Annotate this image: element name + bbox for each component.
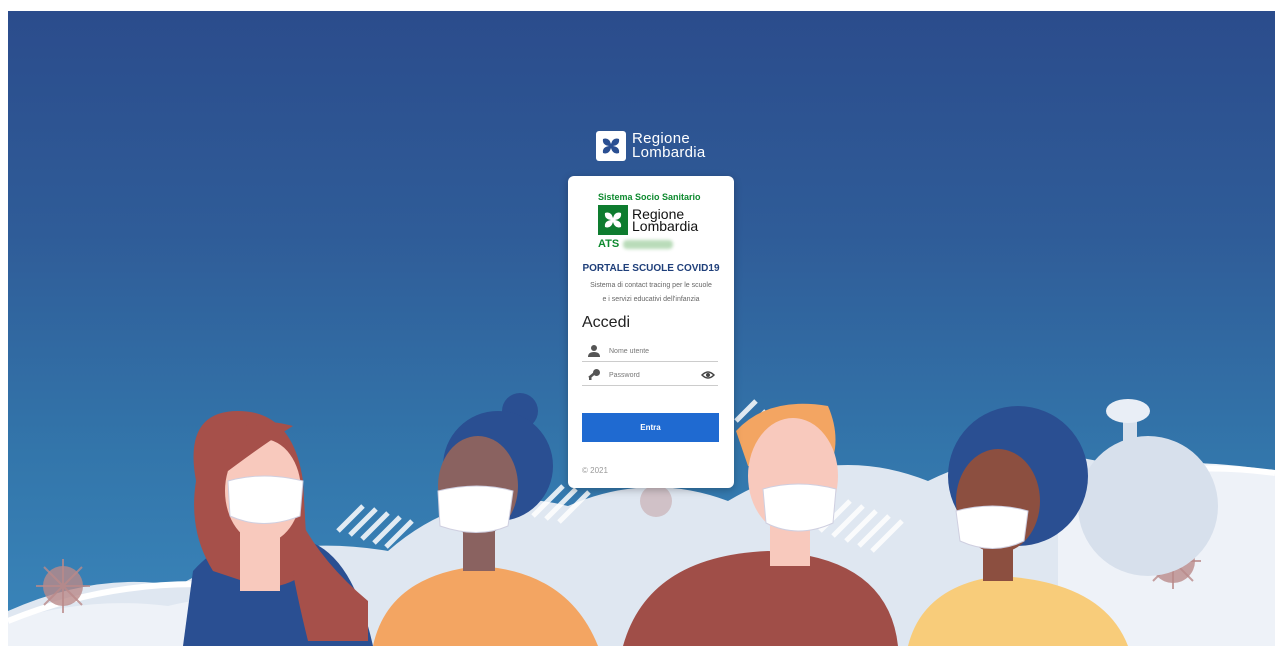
top-brand-logo: Regione Lombardia [596, 129, 706, 163]
password-input[interactable] [609, 371, 699, 379]
ats-label: ATS [598, 238, 674, 250]
portal-title: PORTALE SCUOLE COVID19 [582, 263, 720, 274]
ats-text: ATS [598, 238, 620, 250]
eye-icon[interactable] [701, 369, 715, 381]
login-button[interactable]: Entra [582, 413, 719, 442]
background-scene: Regione Lombardia Sistema Socio Sanitari… [8, 11, 1275, 646]
copyright-text: © 2021 [582, 466, 608, 475]
logo-line-2: Lombardia [632, 144, 706, 161]
brand-logo: Regione Lombardia [598, 205, 698, 235]
username-field [582, 341, 718, 362]
password-field [582, 365, 718, 386]
regione-lombardia-logo-icon [596, 131, 626, 161]
portal-subtitle-line-2: e i servizi educativi dell'infanzia [602, 296, 700, 303]
username-input[interactable] [609, 347, 699, 355]
regione-lombardia-logo-icon [598, 205, 628, 235]
portal-subtitle-line-1: Sistema di contact tracing per le scuole [590, 282, 712, 289]
login-card: Sistema Socio Sanitario Regione Lombardi… [568, 176, 734, 488]
portal-subtitle: Sistema di contact tracing per le scuole… [576, 279, 726, 307]
system-label: Sistema Socio Sanitario [598, 192, 701, 202]
key-icon [588, 369, 600, 380]
ats-name-redacted [623, 239, 674, 249]
user-icon [588, 345, 600, 357]
brand-line-2: Lombardia [632, 218, 699, 234]
login-heading: Accedi [582, 314, 631, 331]
